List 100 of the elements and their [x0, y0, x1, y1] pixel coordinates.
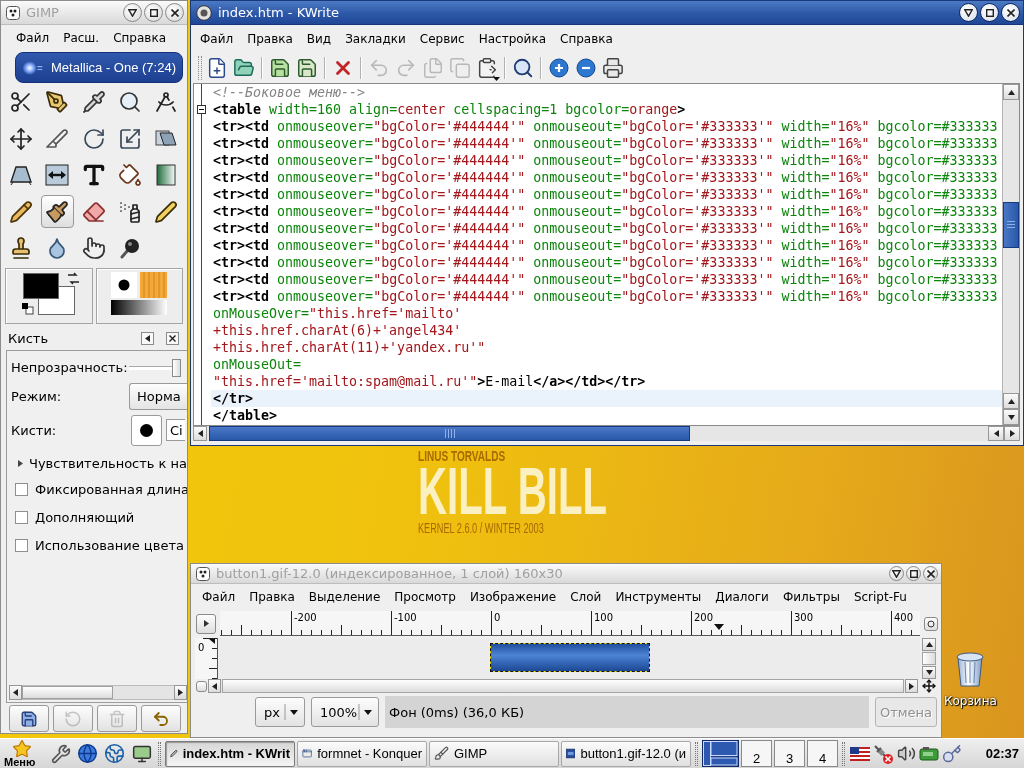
- menu-item[interactable]: Правка: [240, 29, 300, 48]
- panel-close-button[interactable]: [166, 332, 179, 345]
- scrollbar-thumb[interactable]: [222, 679, 904, 693]
- scroll-down-button[interactable]: [1003, 409, 1019, 425]
- down-arrow-icon: [1007, 413, 1015, 421]
- star-icon: [12, 739, 32, 759]
- checkbox[interactable]: [15, 539, 28, 552]
- app-icon: [196, 4, 212, 21]
- code-line: <tr><td onmouseover="bgColor='#444444'" onmouseout="bgColor='#333333'" width="16%" bgcolor=#333333: [213, 254, 998, 271]
- task-button[interactable]: GIMP: [429, 740, 559, 767]
- minimize-button[interactable]: [123, 3, 142, 22]
- close-button[interactable]: [165, 3, 184, 22]
- scroll-up-button[interactable]: [1003, 84, 1019, 100]
- desktop-button[interactable]: 4: [807, 740, 838, 767]
- pen-nib-icon: [45, 90, 70, 115]
- menu-item[interactable]: Выделение: [301, 587, 388, 606]
- tool-button[interactable]: [40, 195, 74, 229]
- menu-item[interactable]: Справка: [553, 29, 620, 48]
- scroll-down-button[interactable]: [922, 666, 936, 679]
- scroll-left-button[interactable]: [193, 426, 207, 441]
- zoom-button[interactable]: [924, 616, 938, 631]
- panel-menu-button[interactable]: [141, 332, 154, 345]
- unit-dropdown[interactable]: px: [255, 697, 305, 727]
- undo-arrow-icon: [152, 709, 170, 728]
- scroll-right-button[interactable]: [905, 679, 918, 693]
- gradient-preview-icon[interactable]: [110, 299, 167, 315]
- menu-item[interactable]: Расш.: [56, 29, 107, 47]
- caret-icon: [284, 702, 300, 722]
- desktop-button[interactable]: 2: [741, 740, 772, 767]
- left-arrow-icon: [196, 430, 204, 437]
- scrollbar-thumb[interactable]: [1003, 202, 1019, 248]
- slider-thumb[interactable]: [172, 358, 181, 377]
- maximize-button[interactable]: [144, 3, 163, 22]
- panel-button[interactable]: [9, 705, 49, 732]
- close-icon: [170, 8, 179, 17]
- left-arrow-icon: [144, 335, 151, 342]
- desktop-button[interactable]: 3: [774, 740, 805, 767]
- code-line: "this.href='mailto:spam@mail.ru'">E-mail</a></td></tr>: [213, 373, 646, 390]
- close-button[interactable]: [1001, 3, 1020, 22]
- minimize-button[interactable]: [959, 3, 978, 22]
- start-menu-button[interactable]: Меню: [0, 739, 46, 768]
- menu-item[interactable]: Сервис: [412, 29, 472, 48]
- menu-item[interactable]: Изображение: [462, 587, 564, 606]
- menu-item[interactable]: Файл: [195, 587, 243, 606]
- sensitivity-expander[interactable]: Чувствительность к на: [11, 456, 187, 471]
- monitor-icon: [131, 743, 152, 764]
- menu-item[interactable]: Инструменты: [608, 587, 709, 606]
- menu-item[interactable]: Вид: [299, 29, 339, 48]
- menu-item[interactable]: Правка: [242, 587, 302, 606]
- move-arrows-icon[interactable]: [922, 679, 936, 693]
- scrollbar-thumb[interactable]: [22, 686, 113, 699]
- scroll-left-button[interactable]: [208, 679, 221, 693]
- scroll-left-button[interactable]: [988, 426, 1004, 441]
- mode-dropdown[interactable]: Норма: [129, 382, 187, 410]
- scroll-up-button[interactable]: [1003, 393, 1019, 409]
- scroll-up-button[interactable]: [922, 638, 936, 651]
- desktop-button[interactable]: [702, 740, 739, 767]
- menu-item[interactable]: Справка: [106, 29, 173, 47]
- menu-item[interactable]: Закладки: [338, 29, 413, 48]
- compass-icon: [154, 90, 179, 115]
- rotate-icon: [81, 126, 106, 151]
- menu-item[interactable]: Файл: [9, 29, 57, 47]
- collapse-icon[interactable]: [197, 105, 206, 114]
- code-line: <tr><td onmouseover="bgColor='#444444'" onmouseout="bgColor='#333333'" width="16%" bgcolor=#333333: [213, 271, 998, 288]
- checkbox[interactable]: [15, 511, 28, 524]
- maximize-button[interactable]: [906, 566, 921, 581]
- square-icon: [909, 569, 918, 578]
- checkbox-label: Фиксированная длина: [35, 482, 187, 497]
- task-button[interactable]: formnet - Konquer: [297, 740, 427, 767]
- left-arrow-icon: [12, 689, 19, 696]
- printer-icon: [602, 56, 624, 79]
- minimize-button[interactable]: [889, 566, 904, 581]
- scroll-right-button[interactable]: [1004, 426, 1020, 441]
- menu-item[interactable]: Слой: [563, 587, 609, 606]
- menu-item[interactable]: Диалоги: [708, 587, 776, 606]
- trash-bin-icon[interactable]: [954, 650, 987, 688]
- scrollbar-thumb[interactable]: [209, 426, 690, 441]
- panel-button[interactable]: [141, 705, 181, 732]
- scroll-right-button[interactable]: [174, 685, 187, 700]
- close-button[interactable]: [923, 566, 938, 581]
- brush-preview-icon[interactable]: [110, 271, 137, 298]
- scrollbar-thumb[interactable]: [922, 652, 936, 665]
- image-menu-button[interactable]: [196, 613, 216, 634]
- brush-button[interactable]: [131, 414, 162, 446]
- menu-item[interactable]: Script-Fu: [846, 587, 914, 606]
- task-button[interactable]: index.htm - KWrit: [165, 740, 295, 767]
- wallpaper-title: KILL BILL: [418, 465, 608, 517]
- menu-item[interactable]: Настройка: [471, 29, 553, 48]
- menu-item[interactable]: Файл: [193, 29, 241, 48]
- scroll-left-button[interactable]: [9, 685, 22, 700]
- paste-icon: [476, 56, 498, 79]
- checkbox[interactable]: [15, 483, 28, 496]
- menu-item[interactable]: Просмотр: [387, 587, 463, 606]
- square-icon: [985, 8, 994, 17]
- code-line: +this.href.charAt(11)+'yandex.ru'": [213, 339, 486, 356]
- task-button[interactable]: button1.gif-12.0 (и: [561, 740, 691, 767]
- menu-item[interactable]: Фильтры: [775, 587, 847, 606]
- zoom-dropdown[interactable]: 100%: [311, 697, 379, 727]
- maximize-button[interactable]: [980, 3, 999, 22]
- close-icon: [926, 569, 935, 578]
